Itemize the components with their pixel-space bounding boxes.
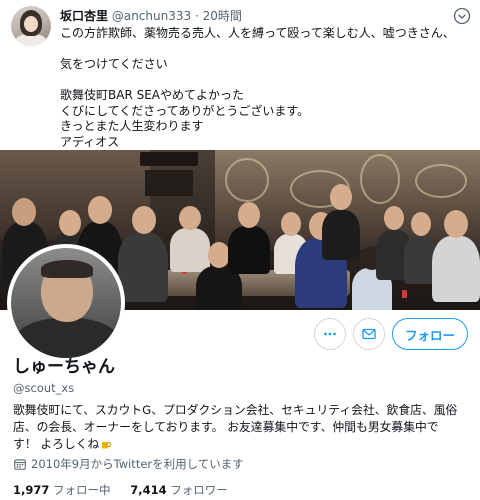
follow-button[interactable]: フォロー <box>392 318 468 350</box>
more-button[interactable] <box>314 318 346 350</box>
following-link[interactable]: 1,977 フォロー中 <box>13 483 127 497</box>
tweet-text-line: この方詐欺師、薬物売る売人、人を縛って殴って楽しむ人、嘘つきさん、 <box>60 26 455 40</box>
tweet-author-avatar[interactable] <box>11 6 51 46</box>
profile-username: @scout_xs <box>13 381 75 395</box>
tweet-separator: · <box>194 9 199 23</box>
profile-bio: 歌舞伎町にて、スカウトG、プロダクション会社、セキュリティ会社、飲食店、風俗 店… <box>13 402 475 453</box>
follow-stats: 1,977 フォロー中 7,414 フォロワー <box>13 482 244 498</box>
following-count: 1,977 <box>13 483 50 497</box>
tweet-time[interactable]: 20時間 <box>203 9 242 23</box>
joined-text: 2010年9月からTwitterを利用しています <box>31 457 244 471</box>
tweet-text-line: 歌舞伎町BAR SEAやめてよかった <box>60 88 245 102</box>
tweet-author-name[interactable]: 坂口杏里 <box>60 9 108 23</box>
tweet-author-handle[interactable]: @anchun333 <box>112 9 191 23</box>
bio-line: 店、の会長、オーナーをしております。 お友達募集中です、仲間も男女募集中で <box>13 420 439 434</box>
tweet-text-line: 気をつけてください <box>60 57 168 71</box>
envelope-icon <box>362 328 376 340</box>
following-label: フォロー中 <box>53 483 111 497</box>
joined-date: 2010年9月からTwitterを利用しています <box>13 456 244 472</box>
profile-avatar[interactable] <box>7 244 125 362</box>
tweet[interactable]: 坂口杏里 @anchun333 · 20時間 この方詐欺師、薬物売る売人、人を縛… <box>0 0 480 150</box>
tweet-text-line <box>60 73 455 89</box>
tweet-text-line: くびにしてくださってありがとうございます。 <box>60 103 310 118</box>
tweet-text-line <box>60 42 455 58</box>
more-icon <box>324 332 336 336</box>
tweet-text: この方詐欺師、薬物売る売人、人を縛って殴って楽しむ人、嘘つきさん、 気をつけてく… <box>60 26 455 150</box>
followers-link[interactable]: 7,414 フォロワー <box>130 483 244 497</box>
profile-display-name: しゅーちゃん <box>13 357 115 377</box>
bio-line: 歌舞伎町にて、スカウトG、プロダクション会社、セキュリティ会社、飲食店、風俗 <box>13 403 458 417</box>
followers-label: フォロワー <box>170 483 228 497</box>
message-button[interactable] <box>353 318 385 350</box>
tweet-text-line: きっとまた人生変わります <box>60 119 204 133</box>
bio-line-last: す！ よろしくね <box>13 436 475 453</box>
followers-count: 7,414 <box>130 483 167 497</box>
beer-mug-icon <box>102 439 112 449</box>
bio-line-text: す！ よろしくね <box>13 437 100 451</box>
tweet-text-line: アディオス <box>60 134 120 149</box>
tweet-header: 坂口杏里 @anchun333 · 20時間 <box>60 8 242 24</box>
more-options-icon[interactable] <box>452 6 472 26</box>
calendar-icon <box>14 459 26 470</box>
